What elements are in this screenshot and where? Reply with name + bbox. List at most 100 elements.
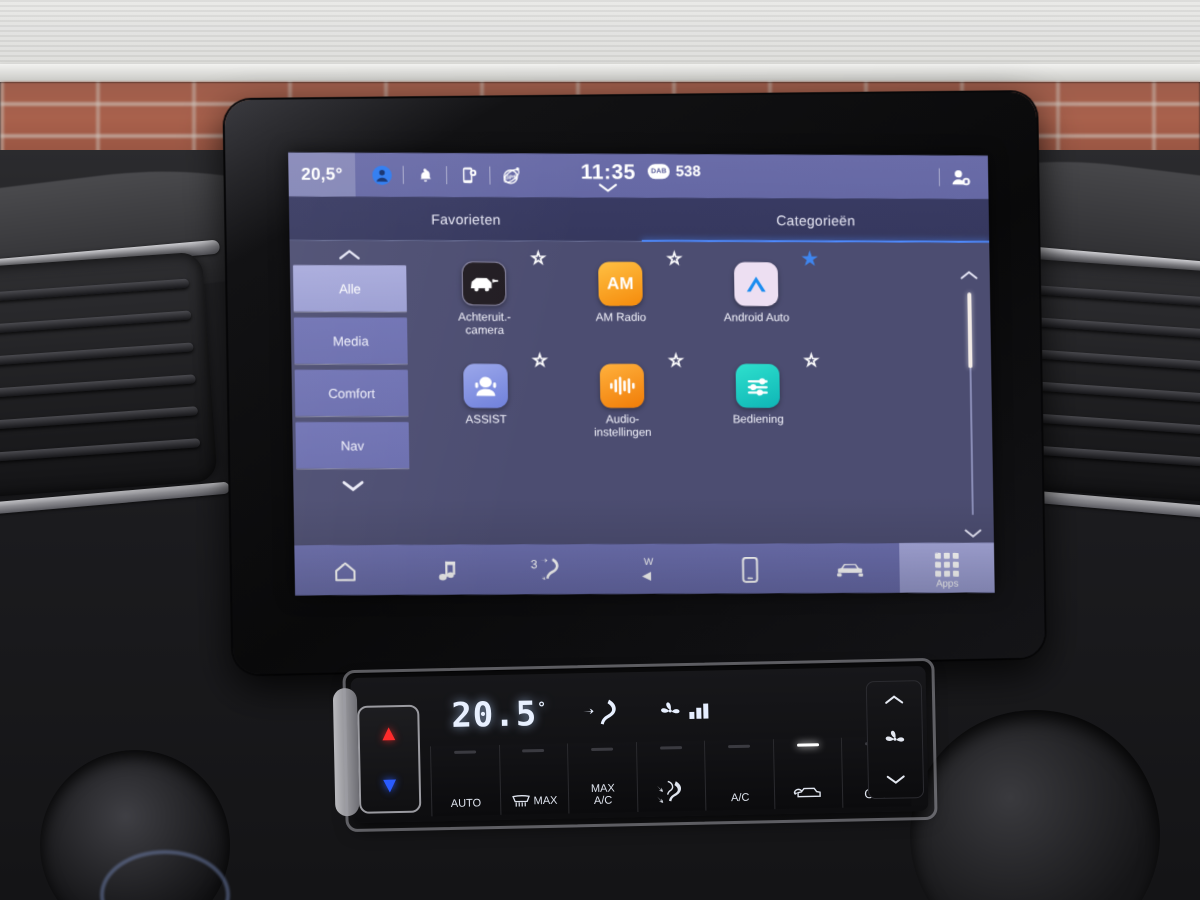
- climate-airflow-button[interactable]: [636, 741, 706, 812]
- temperature-rocker[interactable]: ▲ ▼: [357, 705, 421, 814]
- climate-recirculation-button[interactable]: [773, 738, 843, 809]
- tab-favorieten[interactable]: Favorieten: [289, 197, 642, 242]
- radio-channel-name: 538: [676, 163, 701, 180]
- compass-icon: W: [635, 553, 664, 587]
- app-tile-android-auto[interactable]: Android Auto ★: [688, 248, 825, 350]
- scrollbar-track[interactable]: [968, 293, 973, 515]
- button-indicator: [591, 748, 613, 751]
- sidebar-item-media[interactable]: Media: [294, 317, 408, 363]
- radio-status[interactable]: DAB 538: [648, 163, 701, 180]
- scroll-down-chevron-icon[interactable]: [963, 523, 983, 543]
- button-indicator: [454, 750, 476, 753]
- scroll-up-chevron-icon[interactable]: [959, 265, 979, 285]
- sidebar-item-nav[interactable]: Nav: [295, 422, 409, 468]
- garage-door-background: [0, 0, 1200, 72]
- climate-rear-defrost-button[interactable]: MAX: [499, 744, 569, 815]
- app-label: AM Radio: [596, 312, 647, 325]
- sidebar-scroll-down-chevron-icon[interactable]: [340, 474, 367, 496]
- status-divider-2: [446, 166, 447, 184]
- status-divider-4: [939, 168, 940, 186]
- clock-area[interactable]: 11:35: [580, 161, 636, 192]
- fan-down-chevron-icon[interactable]: [885, 773, 907, 785]
- music-note-icon: [436, 559, 459, 582]
- fan-up-chevron-icon[interactable]: [883, 693, 905, 705]
- svg-text:W: W: [644, 557, 654, 568]
- airflow-feet-body-icon: [654, 779, 689, 806]
- temperature-up-icon[interactable]: ▲: [378, 724, 400, 742]
- app-tile-audio-instellingen[interactable]: Audio- instellingen ☆: [553, 350, 691, 452]
- button-indicator: [797, 743, 819, 746]
- reverse-camera-icon: [462, 262, 507, 306]
- assist-person-icon: [463, 364, 508, 408]
- climate-chrome-rail: [333, 688, 360, 816]
- favorite-star-icon[interactable]: ☆: [667, 250, 682, 267]
- app-label: ASSIST: [466, 414, 507, 427]
- app-grid-scrollbar[interactable]: [948, 243, 994, 543]
- cabin-temperature-chip[interactable]: 20,5°: [288, 152, 356, 197]
- nav-navigation-button[interactable]: W: [599, 544, 700, 596]
- climate-auto-button[interactable]: AUTO: [430, 745, 500, 816]
- climate-airflow-icon: 3: [525, 554, 572, 586]
- app-tile-bediening[interactable]: Bediening ☆: [689, 350, 826, 452]
- bell-icon[interactable]: [406, 153, 443, 197]
- sidebar-item-comfort[interactable]: Comfort: [295, 370, 409, 416]
- climate-ac-button[interactable]: A/C: [704, 739, 774, 810]
- favorite-star-icon[interactable]: ☆: [532, 352, 548, 369]
- recirculation-icon: [792, 782, 826, 803]
- clock-time: 11:35: [580, 161, 635, 182]
- app-grid-row: ASSIST ☆ Audio- instellingen ☆ Bediening…: [417, 350, 951, 452]
- driver-assist-icon[interactable]: [942, 155, 978, 199]
- favorite-star-icon[interactable]: ☆: [530, 250, 546, 267]
- climate-buttons: AUTO MAX MAX A/C A/C: [430, 736, 911, 816]
- climate-button-label: MAX A/C: [591, 783, 615, 807]
- sidebar-item-label: Nav: [341, 438, 365, 453]
- audio-waveform-icon: [600, 364, 645, 408]
- climate-button-label: AUTO: [451, 797, 482, 810]
- climate-temperature-value: 20.5: [451, 694, 538, 736]
- climate-max-ac-button[interactable]: MAX A/C: [567, 742, 637, 813]
- button-indicator: [660, 746, 682, 749]
- user-avatar-icon[interactable]: [363, 153, 400, 197]
- app-tile-assist[interactable]: ASSIST ☆: [417, 350, 555, 452]
- car-interior-photo: 20,5° GPS 11:35 DAB 538 Favorieten Categ…: [0, 0, 1200, 900]
- status-divider-1: [403, 166, 404, 184]
- app-tile-am-radio[interactable]: AM AM Radio ☆: [552, 248, 690, 350]
- nav-apps-button[interactable]: Apps: [899, 543, 995, 595]
- infotainment-head-unit: 20,5° GPS 11:35 DAB 538 Favorieten Categ…: [224, 92, 1045, 675]
- sliders-icon: [736, 364, 780, 408]
- button-indicator: [728, 745, 750, 748]
- app-label: Audio- instellingen: [594, 414, 652, 440]
- temperature-down-icon[interactable]: ▼: [379, 776, 401, 794]
- car-icon: [835, 558, 865, 580]
- fan-icon: [884, 729, 906, 749]
- category-sidebar: Alle Media Comfort Nav: [290, 241, 414, 545]
- scrollbar-thumb[interactable]: [967, 293, 972, 369]
- air-vent-left: [0, 252, 218, 499]
- dab-badge: DAB: [648, 164, 670, 179]
- app-tile-achteruitcamera[interactable]: Achteruit.- camera ☆: [415, 247, 553, 350]
- fan-speed-controls[interactable]: [866, 680, 924, 799]
- climate-display: 20.5°: [451, 683, 872, 740]
- nav-vehicle-button[interactable]: [799, 543, 900, 595]
- sidebar-item-alle[interactable]: Alle: [293, 265, 407, 311]
- climate-temperature-display: 20.5°: [451, 694, 548, 736]
- phone-icon: [741, 556, 758, 583]
- sidebar-scroll-up-chevron-icon[interactable]: [337, 243, 362, 265]
- cabin-temperature-value: 20,5°: [301, 164, 343, 184]
- favorite-star-icon[interactable]: ★: [802, 250, 817, 267]
- svg-text:3: 3: [530, 557, 537, 571]
- nav-home-button[interactable]: [294, 545, 397, 596]
- favorite-star-icon[interactable]: ☆: [804, 352, 819, 369]
- nav-climate-button[interactable]: 3: [498, 544, 600, 595]
- nav-phone-button[interactable]: [699, 543, 800, 595]
- favorite-star-icon[interactable]: ☆: [668, 352, 683, 369]
- phone-settings-icon[interactable]: [450, 153, 487, 197]
- am-radio-icon: AM: [598, 262, 643, 306]
- nav-media-button[interactable]: [396, 544, 498, 595]
- tab-categorieen[interactable]: Categorieën: [641, 198, 989, 243]
- gps-icon[interactable]: GPS: [493, 153, 530, 197]
- content-area: Alle Media Comfort Nav Achteruit.- camer…: [290, 241, 994, 545]
- chevron-down-icon[interactable]: [598, 182, 618, 192]
- app-label: Android Auto: [724, 312, 790, 325]
- wall-sill: [0, 64, 1200, 82]
